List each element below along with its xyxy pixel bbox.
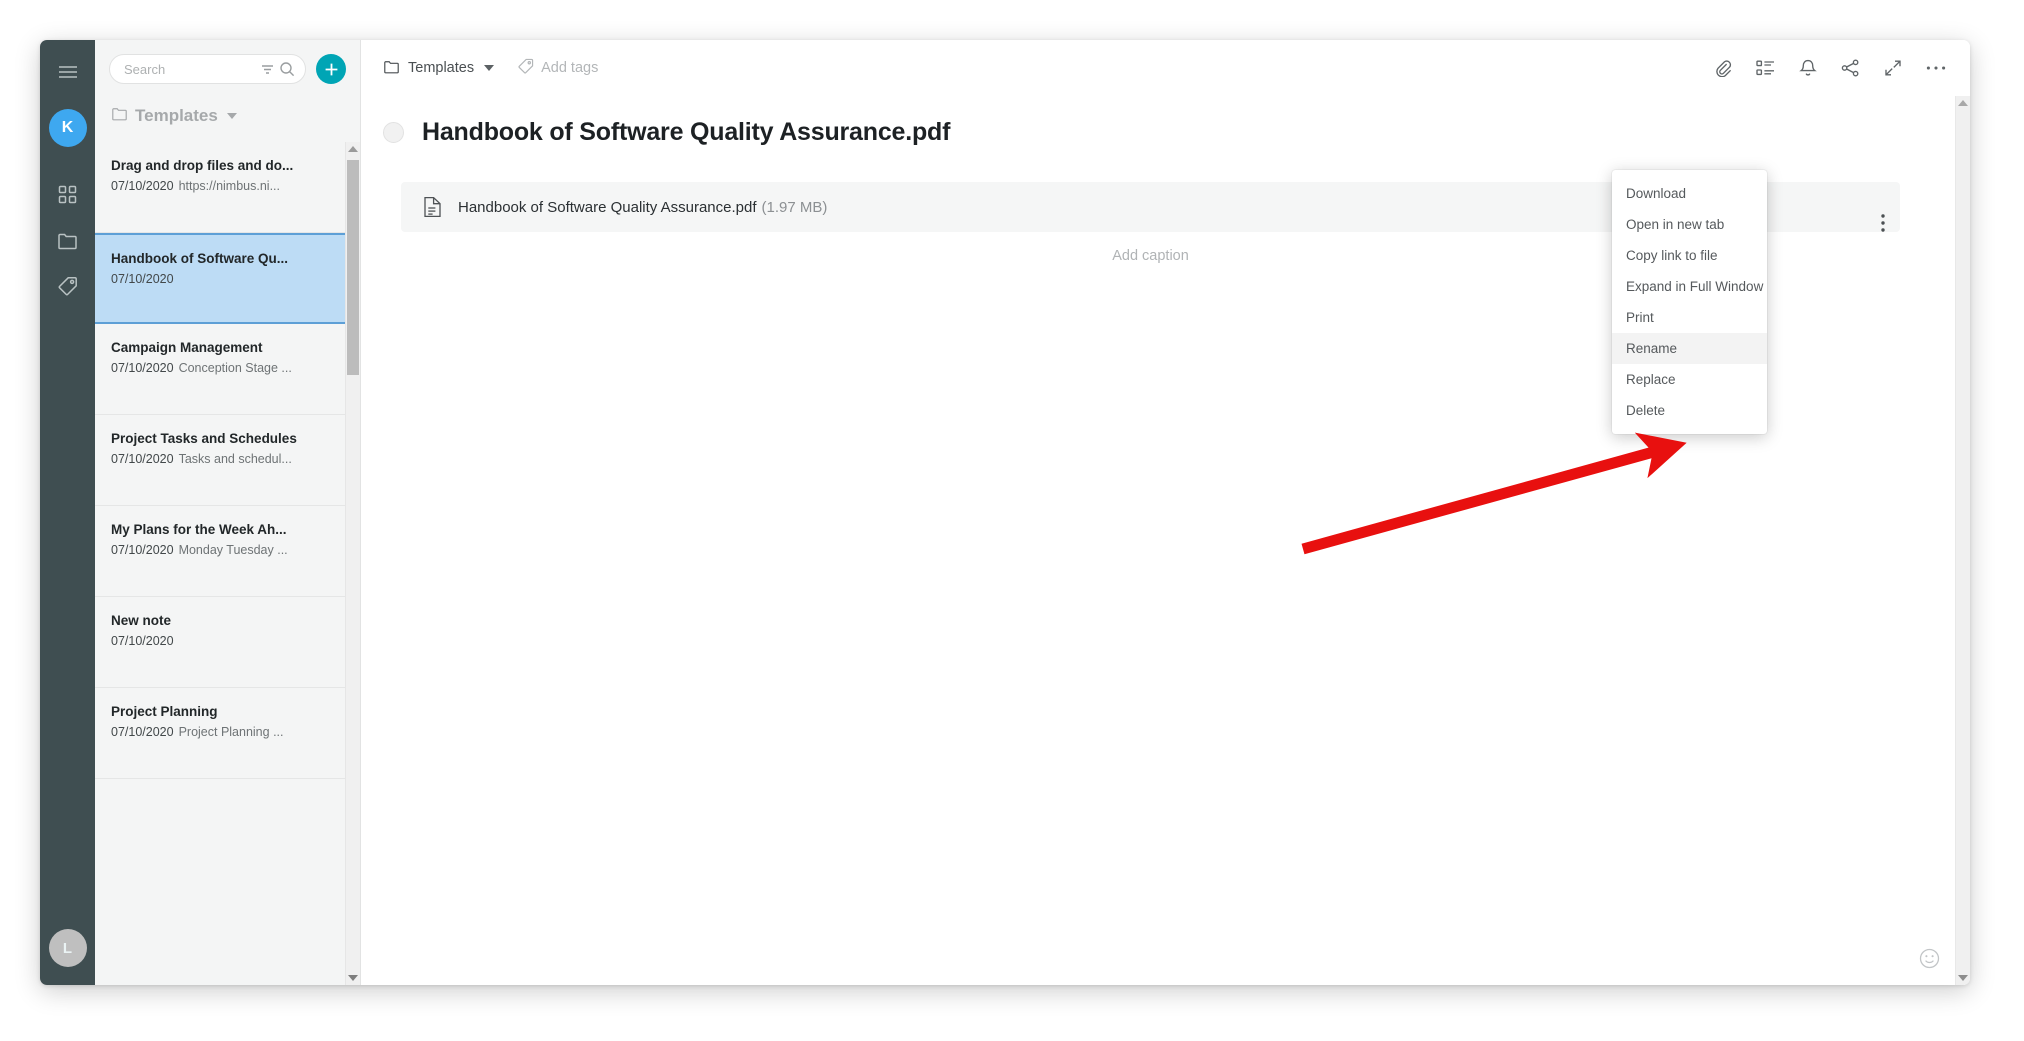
list-folder-header[interactable]: Templates [95,84,360,142]
note-title: Campaign Management [111,340,263,355]
document-title-row: Handbook of Software Quality Assurance.p… [361,96,1970,147]
note-date: 07/10/2020 [111,179,174,193]
note-preview: Conception Stage ... [178,361,292,375]
grid-icon[interactable] [51,177,85,211]
folder-icon[interactable] [51,223,85,257]
note-preview: Project Planning ... [178,725,284,739]
note-title: Handbook of Software Qu... [111,251,289,266]
attachment-icon[interactable] [1714,59,1732,77]
smiley-icon[interactable] [1919,948,1940,969]
hamburger-icon[interactable] [51,55,85,89]
rail-bottom: L [48,929,87,967]
search-input[interactable]: Search [109,54,306,84]
note-subtitle: 07/10/2020 Conception Stage ... [111,361,338,375]
list-item[interactable]: My Plans for the Week Ah... 07/10/2020 Mon… [95,506,360,597]
chevron-down-icon[interactable] [484,65,495,71]
note-list-scrollbar[interactable] [345,142,360,985]
bell-icon[interactable] [1799,59,1817,78]
note-subtitle: 07/10/2020 [111,634,338,648]
add-tags-label: Add tags [541,60,599,76]
list-item[interactable]: Drag and drop files and do... 07/10/2020 h… [95,142,360,233]
note-subtitle: 07/10/2020 [111,272,338,286]
note-subtitle: 07/10/2020 https://nimbus.ni... [111,179,338,193]
main-scrollbar[interactable] [1955,96,1970,985]
note-subtitle: 07/10/2020 Project Planning ... [111,725,338,739]
note-subtitle: 07/10/2020 Monday Tuesday ... [111,543,338,557]
toolbar-icons [1714,59,1946,78]
outline-icon[interactable] [1756,60,1775,77]
note-title: New note [111,613,172,628]
scroll-up-arrow-icon[interactable] [1958,100,1968,106]
note-preview: https://nimbus.ni... [178,179,280,193]
note-date: 07/10/2020 [111,272,174,286]
attachment-name: Handbook of Software Quality Assurance.p… [458,198,757,216]
note-title: Drag and drop files and do... [111,158,294,173]
add-tags-button[interactable]: Add tags [518,58,598,78]
note-preview: Monday Tuesday ... [178,543,288,557]
list-top-bar: Search [95,40,360,84]
scroll-down-arrow-icon[interactable] [348,975,358,981]
tag-icon[interactable] [51,269,85,303]
list-folder-label: Templates [135,106,218,125]
main-pane: Templates Add tags Handbook of Software … [361,40,1970,985]
menu-item-replace[interactable]: Replace [1612,364,1767,395]
workspace-avatar[interactable]: K [48,109,87,147]
note-list-panel: Search Templates Drag and drop files and… [95,40,361,985]
add-note-button[interactable] [316,54,346,84]
note-title: Project Planning [111,704,218,719]
menu-item-download[interactable]: Download [1612,178,1767,209]
app-window: K L Search Templates Drag and drop files… [40,40,1970,985]
chevron-down-icon[interactable] [226,113,237,119]
note-subtitle: 07/10/2020 Tasks and schedul... [111,452,338,466]
menu-item-rename[interactable]: Rename [1612,333,1767,364]
menu-item-delete[interactable]: Delete [1612,395,1767,426]
main-toolbar: Templates Add tags [361,40,1970,96]
note-list: Drag and drop files and do... 07/10/2020 h… [95,142,360,985]
more-vertical-icon[interactable] [1880,213,1886,233]
attachment-size: (1.97 MB) [761,198,828,216]
list-item[interactable]: Handbook of Software Qu... 07/10/2020 [95,233,360,324]
list-item[interactable]: Campaign Management 07/10/2020 Conception … [95,324,360,415]
breadcrumb-label: Templates [408,60,475,76]
note-preview: Tasks and schedul... [178,452,292,466]
share-icon[interactable] [1841,59,1860,77]
note-date: 07/10/2020 [111,361,174,375]
more-icon[interactable] [1926,65,1946,71]
left-rail: K L [40,40,95,985]
search-icon[interactable] [279,61,295,77]
menu-item-print[interactable]: Print [1612,302,1767,333]
scroll-down-arrow-icon[interactable] [1958,975,1968,981]
menu-item-expand-in-full-window[interactable]: Expand in Full Window [1612,271,1767,302]
page-title: Handbook of Software Quality Assurance.p… [422,118,951,146]
list-item[interactable]: Project Planning 07/10/2020 Project Planni… [95,688,360,779]
note-title: My Plans for the Week Ah... [111,522,287,537]
user-avatar[interactable]: L [48,929,87,967]
note-date: 07/10/2020 [111,725,174,739]
breadcrumb[interactable]: Templates [383,59,495,78]
list-item[interactable]: New note 07/10/2020 [95,597,360,688]
folder-icon [111,106,128,126]
menu-item-copy-link-to-file[interactable]: Copy link to file [1612,240,1767,271]
document-status-bullet[interactable] [383,122,404,143]
note-date: 07/10/2020 [111,634,174,648]
scrollbar-thumb[interactable] [347,160,359,375]
screenshot-root: K L Search Templates Drag and drop files… [0,0,2024,1041]
scroll-up-arrow-icon[interactable] [348,146,358,152]
file-document-icon [423,196,442,218]
note-title: Project Tasks and Schedules [111,431,297,446]
note-date: 07/10/2020 [111,452,174,466]
filter-icon[interactable] [260,62,275,77]
expand-icon[interactable] [1884,59,1902,77]
search-placeholder: Search [124,61,166,77]
file-context-menu: Download Open in new tab Copy link to file… [1612,170,1767,434]
list-item[interactable]: Project Tasks and Schedules 07/10/2020 Tas… [95,415,360,506]
note-date: 07/10/2020 [111,543,174,557]
menu-item-open-in-new-tab[interactable]: Open in new tab [1612,209,1767,240]
folder-icon [383,59,400,78]
tag-icon [518,58,534,78]
